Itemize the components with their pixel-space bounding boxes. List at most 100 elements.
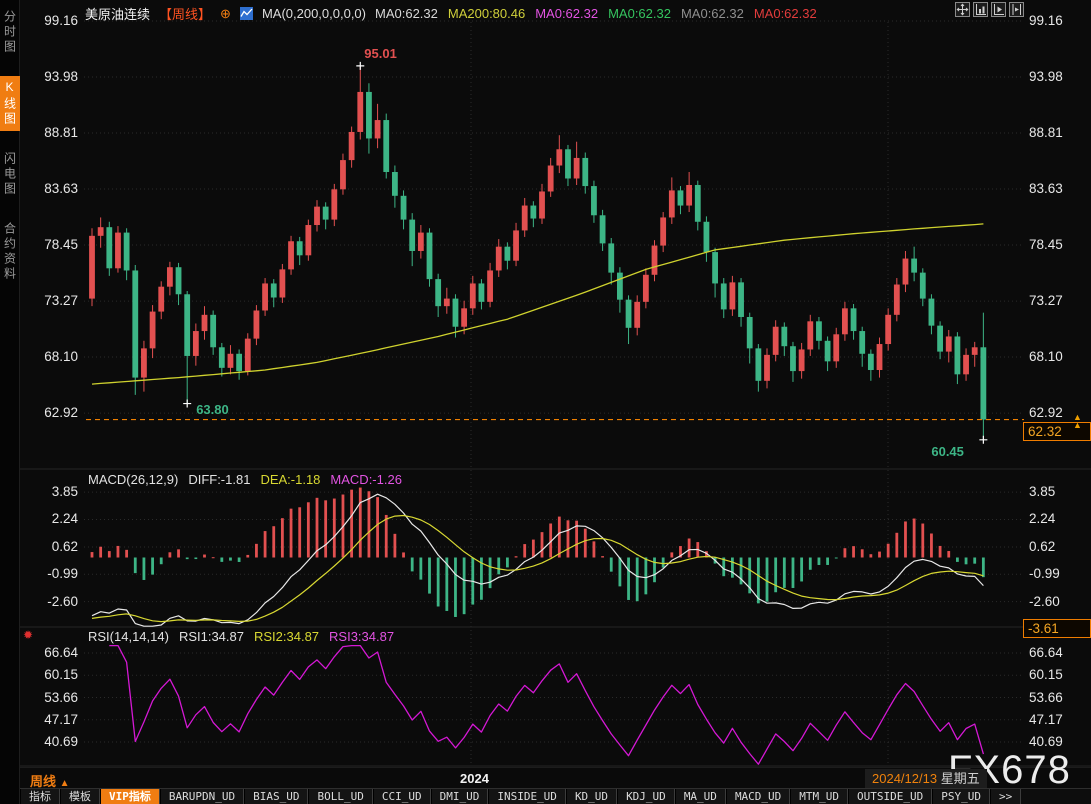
tab-cci-ud[interactable]: CCI_UD bbox=[372, 789, 431, 804]
macd-axis-tick: 2.24 bbox=[1029, 511, 1056, 527]
price-axis-tick: 62.92 bbox=[44, 405, 78, 421]
rsi-axis-tick: 53.66 bbox=[1029, 689, 1063, 705]
symbol-name: 美原油连续 bbox=[85, 7, 151, 22]
tab-dmi-ud[interactable]: DMI_UD bbox=[430, 789, 489, 804]
tab-ma-ud[interactable]: MA_UD bbox=[674, 789, 726, 804]
rsi-axis-tick: 40.69 bbox=[1029, 734, 1063, 749]
macd-axis-tick: 3.85 bbox=[1029, 484, 1056, 500]
macd-title: MACD(26,12,9) bbox=[88, 472, 179, 487]
price-axis-tick: 83.63 bbox=[44, 180, 78, 196]
price-axis-tick: 78.45 bbox=[44, 237, 78, 253]
chart-application: 分时图 K线图闪电图合约资料 美原油连续 【周线】 ⊕ MA(0,200,0,0,… bbox=[0, 0, 1091, 804]
tab-boll-ud[interactable]: BOLL_UD bbox=[308, 789, 373, 804]
sidebar-item-flash-chart[interactable]: 闪电图 bbox=[0, 148, 20, 201]
pan-icon[interactable] bbox=[955, 2, 970, 17]
ma-values: MA0:62.32 MA200:80.46 MA0:62.32 MA0:62.32 MA… bbox=[375, 6, 817, 21]
macd-dea-value: DEA:-1.18 bbox=[260, 472, 321, 487]
chart-type-sidebar: 分时图 K线图闪电图合约资料 bbox=[0, 0, 20, 804]
tab-indicator[interactable]: 指标 bbox=[20, 789, 60, 804]
rsi-axis-tick: 47.17 bbox=[1029, 711, 1063, 727]
rsi1-value: RSI1:34.87 bbox=[178, 629, 244, 644]
macd-axis-tick: 3.85 bbox=[51, 484, 78, 500]
axis-compress-icon[interactable] bbox=[973, 2, 988, 17]
annotation-high-price: 95.01 bbox=[364, 45, 397, 61]
tab-bias-ud[interactable]: BIAS_UD bbox=[244, 789, 309, 804]
sidebar-item-contract-info[interactable]: 合约资料 bbox=[0, 218, 20, 286]
macd-axis-tick: -0.99 bbox=[1029, 566, 1060, 582]
annotation-low-left: 63.80 bbox=[196, 401, 229, 417]
macd-diff-value: DIFF:-1.81 bbox=[188, 472, 251, 487]
indicator-tab-bar: 指标 模板 VIP指标 BARUPDN_UD BIAS_UD BOLL_UD CCI_UD D… bbox=[20, 788, 1091, 804]
ma-value-3: MA0:62.32 bbox=[608, 6, 671, 21]
price-axis-tick: 99.16 bbox=[1029, 12, 1063, 28]
price-axis-tick: 83.63 bbox=[1029, 180, 1063, 196]
macd-axis-tick: -0.99 bbox=[47, 566, 78, 582]
tab-kdj-ud[interactable]: KDJ_UD bbox=[617, 789, 675, 804]
rsi-axis-tick: 60.15 bbox=[1029, 667, 1063, 683]
ma-value-2: MA0:62.32 bbox=[535, 6, 599, 21]
price-up-arrow-icon: ▲ ▲ bbox=[1073, 411, 1082, 430]
tab-macd-ud[interactable]: MACD_UD bbox=[725, 789, 791, 804]
tab-barupdn-ud[interactable]: BARUPDN_UD bbox=[159, 789, 245, 804]
tab-mtm-ud[interactable]: MTM_UD bbox=[790, 789, 849, 804]
rsi-axis-tick: 66.64 bbox=[44, 645, 78, 660]
main-legend: 美原油连续 【周线】 ⊕ MA(0,200,0,0,0,0) MA0:62.32… bbox=[85, 4, 817, 23]
price-axis-tick: 93.98 bbox=[1029, 69, 1063, 84]
indicator-burst-icon[interactable]: ✹ bbox=[23, 628, 33, 642]
rsi-axis-tick: 60.15 bbox=[44, 667, 78, 683]
period-tag: 【周线】 bbox=[159, 7, 212, 22]
period-text: 周线 bbox=[30, 774, 57, 789]
rsi-axis-tick: 47.17 bbox=[44, 711, 78, 727]
tab-inside-ud[interactable]: INSIDE_UD bbox=[488, 789, 566, 804]
sidebar-item-kline-chart[interactable]: K线图 bbox=[0, 76, 20, 131]
link-icon[interactable]: ⊕ bbox=[220, 6, 231, 22]
macd-min-badge: -3.61 bbox=[1023, 619, 1091, 638]
cursor-date-box: 2024/12/13 星期五 bbox=[865, 769, 987, 788]
price-axis-tick: 88.81 bbox=[44, 124, 78, 140]
ma-settings-label: MA(0,200,0,0,0,0) bbox=[261, 6, 366, 21]
date-text: 2024/12/13 bbox=[872, 771, 938, 786]
price-axis-tick: 73.27 bbox=[1029, 293, 1063, 309]
rsi2-value: RSI2:34.87 bbox=[253, 629, 320, 644]
weekday-text: 星期五 bbox=[940, 771, 980, 786]
price-axis-tick: 78.45 bbox=[1029, 237, 1063, 253]
ma-value-4: MA0:62.32 bbox=[680, 6, 744, 21]
tab-more[interactable]: >> bbox=[990, 789, 1022, 804]
macd-axis-tick: 0.62 bbox=[1029, 538, 1056, 554]
ma-value-0: MA0:62.32 bbox=[375, 6, 438, 21]
price-axis-tick: 62.92 bbox=[1029, 405, 1063, 421]
rsi-legend: RSI(14,14,14) RSI1:34.87 RSI2:34.87 RSI3… bbox=[88, 629, 394, 644]
chart-style-icon bbox=[239, 7, 253, 20]
macd-macd-value: MACD:-1.26 bbox=[330, 472, 402, 487]
rsi-title: RSI(14,14,14) bbox=[88, 629, 169, 644]
year-tick-label: 2024 bbox=[460, 771, 489, 786]
price-axis-tick: 68.10 bbox=[44, 349, 78, 365]
rsi-axis-tick: 40.69 bbox=[44, 734, 78, 749]
rsi-axis-tick: 66.64 bbox=[1029, 645, 1063, 660]
macd-axis-tick: -2.60 bbox=[47, 593, 78, 609]
tab-psy-ud[interactable]: PSY_UD bbox=[932, 789, 991, 804]
tab-template[interactable]: 模板 bbox=[60, 789, 100, 804]
axis-shift-icon[interactable] bbox=[1009, 2, 1024, 17]
price-axis-tick: 73.27 bbox=[44, 293, 78, 309]
price-axis-tick: 88.81 bbox=[1029, 124, 1063, 140]
macd-axis-tick: -2.60 bbox=[1029, 593, 1060, 609]
chart-toolbar bbox=[955, 2, 1024, 17]
macd-legend: MACD(26,12,9) DIFF:-1.81 DEA:-1.18 MACD:… bbox=[88, 472, 402, 487]
tab-kd-ud[interactable]: KD_UD bbox=[565, 789, 618, 804]
rsi3-value: RSI3:34.87 bbox=[329, 629, 395, 644]
price-axis-tick: 68.10 bbox=[1029, 349, 1063, 365]
rsi-axis-tick: 53.66 bbox=[44, 689, 78, 705]
sidebar-item-time-chart[interactable]: 分时图 bbox=[0, 6, 20, 59]
time-axis-row: 周线 ▲ 2024 2024/12/13 星期五 FX678 bbox=[20, 748, 1091, 792]
ma-value-1: MA200:80.46 bbox=[447, 6, 526, 21]
tab-outside-ud[interactable]: OUTSIDE_UD bbox=[848, 789, 933, 804]
price-axis-tick: 99.16 bbox=[44, 12, 78, 28]
chart-canvas[interactable] bbox=[0, 0, 1091, 804]
tab-vip-indicator[interactable]: VIP指标 bbox=[100, 789, 160, 804]
price-axis-tick: 93.98 bbox=[44, 69, 78, 84]
axis-play-icon[interactable] bbox=[991, 2, 1006, 17]
macd-axis-tick: 2.24 bbox=[51, 511, 78, 527]
macd-axis-tick: 0.62 bbox=[51, 538, 78, 554]
annotation-low-right: 60.45 bbox=[931, 443, 964, 459]
